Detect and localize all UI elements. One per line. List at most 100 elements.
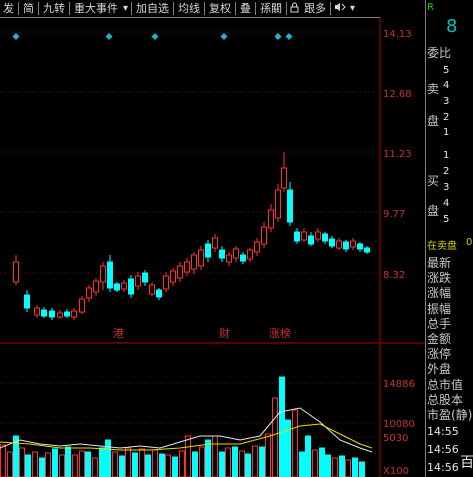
volume-bar <box>239 450 245 477</box>
toolbar-separator <box>255 2 257 15</box>
candle-body <box>336 240 342 249</box>
candle-body <box>149 284 155 295</box>
candle-body <box>184 261 190 273</box>
candle-body <box>41 309 47 317</box>
volume-bar <box>125 447 131 477</box>
toolbar-jian[interactable]: 简 <box>20 0 37 17</box>
volume-bar <box>52 448 58 477</box>
candle-body <box>343 241 349 250</box>
volume-bar <box>332 457 338 477</box>
sell-level: 4 <box>443 80 450 91</box>
buy-label: 买 <box>427 174 440 188</box>
candle-body <box>315 231 321 240</box>
toolbar-fa[interactable]: 发 <box>0 0 17 17</box>
toolbar-separator <box>131 2 133 15</box>
volume-bar <box>172 456 178 477</box>
volume-bar <box>192 451 198 477</box>
chart-toolbar: 发 简 九转 重大事件 ▾ 加自选 均线 复权 叠 孫關 跟多 ▾ <box>0 0 380 18</box>
candle-body <box>107 261 113 289</box>
volume-bar <box>7 451 13 477</box>
page-toggle[interactable]: 百 <box>460 452 473 472</box>
toolbar-separator <box>235 2 237 15</box>
volume-bar <box>92 457 98 477</box>
volume-bar <box>185 435 191 477</box>
candle-body <box>329 238 335 247</box>
toolbar-fuquan[interactable]: 复权 <box>206 0 234 17</box>
volume-bar <box>112 451 118 477</box>
volume-bar <box>359 461 365 477</box>
volume-bar <box>205 439 211 477</box>
candle-body <box>79 298 85 313</box>
tick-time: 14:56 <box>427 443 459 456</box>
candle-body <box>142 272 148 283</box>
candle-body <box>57 312 63 318</box>
quote-panel: R 8 委比 卖 盘 5 4 3 2 1 买 盘 1 2 3 4 5 在卖盘 0… <box>425 0 473 477</box>
zaimai-value: 0 <box>466 237 473 248</box>
volume-bar <box>25 454 31 477</box>
candle-body <box>275 189 281 219</box>
volume-bar <box>285 419 291 477</box>
toolbar-ma[interactable]: 均线 <box>175 0 203 17</box>
toolbar-separator <box>69 2 70 15</box>
candle-body <box>226 254 232 263</box>
candle-body <box>357 243 363 250</box>
toolbar-separator <box>38 2 39 15</box>
candle-body <box>71 310 77 318</box>
candle-body <box>350 240 356 248</box>
toolbar-more[interactable]: 跟多 <box>301 0 329 17</box>
lock-icon[interactable] <box>288 2 301 16</box>
candle-body <box>281 167 287 189</box>
volume-series <box>0 376 365 477</box>
candle-body <box>322 233 328 242</box>
candle-body <box>114 283 120 291</box>
candle-body <box>100 265 106 283</box>
buy-level: 4 <box>443 198 450 209</box>
volume-bar <box>99 447 105 477</box>
kline-chart[interactable]: 14.13 12.68 11.23 9.77 8.32 14886 10080 … <box>0 18 425 477</box>
sell-level: 2 <box>443 112 450 123</box>
volume-bar <box>19 447 25 477</box>
event-marker <box>274 32 282 41</box>
volume-bar <box>105 439 111 477</box>
volume-bar <box>259 446 265 477</box>
toolbar-separator <box>286 2 288 15</box>
volume-bar <box>339 455 345 477</box>
candle-body <box>198 249 204 267</box>
volume-bar <box>179 450 185 477</box>
candle-body <box>219 249 225 259</box>
volume-tick: 5030 <box>383 433 408 444</box>
volume-bar <box>159 453 165 477</box>
buy-level: 1 <box>443 150 450 161</box>
volume-bar <box>245 453 251 477</box>
event-marker <box>105 32 113 41</box>
volume-bar <box>305 435 311 477</box>
toolbar-jiuzhuan[interactable]: 九转 <box>40 0 68 17</box>
price-tick: 9.77 <box>383 209 405 220</box>
volume-bar <box>165 454 171 477</box>
volume-bar <box>0 444 6 477</box>
candle-body <box>177 265 183 279</box>
tick-time: 14:56 <box>427 461 459 474</box>
dropdown-arrow-icon[interactable]: ▾ <box>348 3 357 14</box>
event-label: 港 <box>113 327 124 340</box>
candle-body <box>156 289 162 298</box>
sell-level: 3 <box>443 96 450 107</box>
speaker-icon[interactable] <box>332 2 348 15</box>
toolbar-separator <box>330 2 332 15</box>
volume-bar <box>145 454 151 477</box>
event-label: 涨榜 <box>269 326 291 340</box>
toolbar-sunguan[interactable]: 孫關 <box>257 0 285 17</box>
candlestick-series <box>13 152 370 320</box>
candle-body <box>86 287 92 299</box>
candle-body <box>121 282 127 290</box>
toolbar-overlay[interactable]: 叠 <box>237 0 254 17</box>
volume-bar <box>279 376 285 477</box>
chevron-down-icon[interactable]: ▾ <box>121 3 130 14</box>
candle-body <box>163 275 169 290</box>
volume-bar <box>252 445 258 477</box>
volume-bar <box>132 452 138 477</box>
toolbar-add-watch[interactable]: 加自选 <box>133 0 172 17</box>
volume-bar <box>139 448 145 477</box>
panel-code-letter: R <box>427 2 434 13</box>
toolbar-events[interactable]: 重大事件 <box>71 0 121 17</box>
